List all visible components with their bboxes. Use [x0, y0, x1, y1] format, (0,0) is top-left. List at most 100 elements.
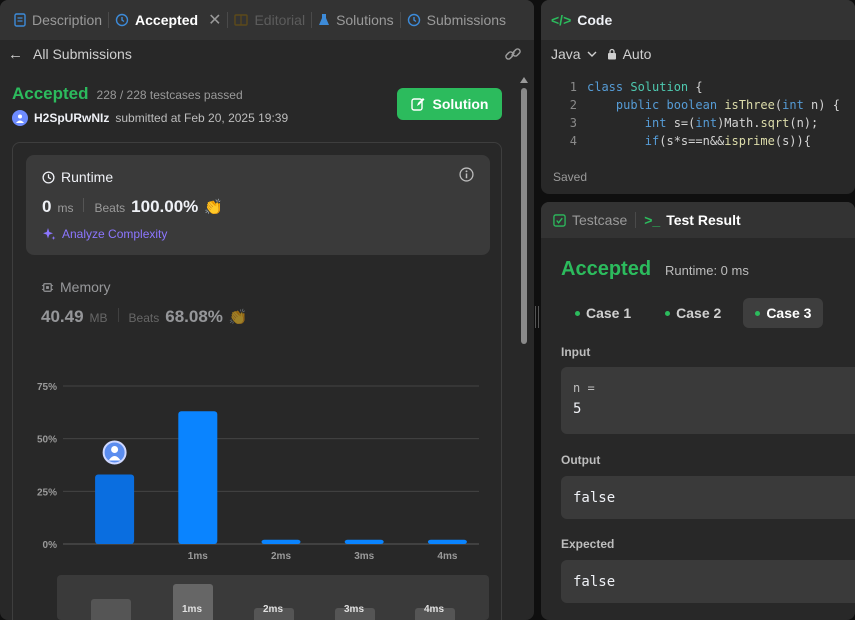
tab-submissions[interactable]: Submissions: [401, 0, 512, 40]
testcases-passed: 228 / 228 testcases passed: [96, 88, 243, 102]
tab-case-3[interactable]: Case 3: [743, 298, 824, 328]
runtime-section[interactable]: Runtime 0 ms Beats 100.00% 👏 Analyze Com…: [26, 155, 490, 255]
code-editor[interactable]: 1 class Solution { 2 public boolean isThr…: [541, 78, 855, 150]
case-label: Case 2: [676, 305, 722, 321]
info-icon[interactable]: [459, 167, 474, 182]
tab-description-label: Description: [32, 12, 103, 28]
divider: [117, 308, 119, 322]
flask-icon: [319, 14, 330, 25]
avatar[interactable]: [12, 110, 28, 126]
tab-test-result-label: Test Result: [666, 212, 741, 228]
edit-icon: [410, 98, 424, 111]
line-number: 3: [569, 116, 577, 130]
submission-panel: Description Accepted ✕ Editorial Solutio…: [0, 0, 534, 620]
user-position-avatar: [102, 440, 127, 465]
chart-bar[interactable]: [178, 411, 218, 544]
code-title: Code: [577, 12, 613, 28]
username[interactable]: H2SpURwNIz: [34, 111, 109, 125]
mini-distribution-chart[interactable]: 1ms 2ms 3ms 4ms: [57, 575, 489, 620]
pass-dot: [665, 310, 671, 316]
mini-bar: [91, 599, 131, 620]
code-header: </> Code: [541, 0, 855, 40]
output-label: Output: [561, 453, 601, 467]
result-tabs: Testcase >_ Test Result: [541, 202, 855, 238]
tab-editorial[interactable]: Editorial: [228, 0, 311, 40]
solution-button[interactable]: Solution: [397, 88, 502, 120]
runtime-title: Runtime: [61, 169, 114, 185]
result-runtime: Runtime: 0 ms: [665, 263, 749, 278]
runtime-beats-value: 100.00%: [131, 197, 199, 216]
tab-solutions[interactable]: Solutions: [312, 0, 400, 40]
expected-value: false: [573, 573, 616, 590]
runtime-distribution-chart: 75% 50% 25% 0% 1ms 2ms 3ms 4ms: [37, 382, 479, 562]
scrollbar[interactable]: [520, 76, 528, 620]
line-number: 2: [569, 98, 577, 112]
tab-test-result[interactable]: >_ Test Result: [644, 212, 740, 228]
tab-submissions-label: Submissions: [426, 12, 507, 28]
tab-description[interactable]: Description: [8, 0, 108, 40]
scrollbar-thumb[interactable]: [521, 88, 527, 344]
close-icon[interactable]: ✕: [208, 10, 221, 30]
code-text: public boolean isThree(int n) {: [615, 98, 840, 112]
output-value: false: [573, 489, 616, 506]
panel-tabs: Description Accepted ✕ Editorial Solutio…: [0, 0, 534, 40]
pass-dot: [575, 310, 580, 316]
clock-icon: [42, 170, 55, 184]
tab-case-2[interactable]: Case 2: [653, 298, 733, 328]
x-tick-label: 2ms: [271, 551, 291, 562]
code-text: if(s*s==n&&isprime(s)){: [644, 134, 811, 148]
tab-testcase[interactable]: Testcase: [553, 212, 627, 228]
arrow-left-icon[interactable]: ←: [8, 46, 23, 63]
tab-case-1[interactable]: Case 1: [563, 298, 643, 328]
runtime-value: 0: [42, 197, 52, 216]
memory-unit: MB: [89, 311, 108, 325]
x-tick-label: 1ms: [188, 551, 208, 562]
chart-bar[interactable]: [95, 474, 135, 544]
submission-subheader: ← All Submissions: [0, 40, 534, 68]
output-box[interactable]: false: [561, 476, 855, 519]
performance-card: Runtime 0 ms Beats 100.00% 👏 Analyze Com…: [12, 142, 502, 620]
y-tick-label: 50%: [37, 435, 57, 446]
auto-mode[interactable]: Auto: [607, 46, 651, 62]
document-icon: [14, 13, 26, 27]
code-toolbar: Java Auto: [541, 40, 855, 68]
analyze-complexity-button[interactable]: Analyze Complexity: [42, 227, 474, 241]
terminal-icon: >_: [644, 212, 661, 228]
tab-editorial-label: Editorial: [254, 12, 306, 28]
scroll-up-icon[interactable]: [520, 76, 528, 84]
checkbox-icon: [553, 213, 566, 227]
chevron-down-icon: [587, 51, 597, 57]
chart-bar[interactable]: [261, 539, 301, 544]
link-icon[interactable]: [504, 45, 522, 63]
pass-dot: [755, 310, 761, 316]
chart-bar[interactable]: [427, 539, 467, 544]
tab-accepted[interactable]: Accepted ✕: [109, 0, 227, 40]
case-label: Case 3: [766, 305, 812, 321]
y-tick-label: 25%: [37, 487, 57, 498]
x-tick-label: 4ms: [437, 551, 457, 562]
panel-resize-handle[interactable]: [535, 306, 539, 328]
all-submissions-link[interactable]: All Submissions: [33, 46, 132, 62]
expected-box[interactable]: false: [561, 560, 855, 603]
chip-icon: [41, 282, 54, 292]
code-text: class Solution {: [587, 80, 703, 94]
app-root: Description Accepted ✕ Editorial Solutio…: [0, 0, 855, 620]
history-icon: [407, 13, 420, 27]
solution-button-label: Solution: [432, 96, 489, 112]
tab-accepted-label: Accepted: [135, 12, 199, 28]
tab-divider: [635, 212, 637, 228]
code-text: int s=(int)Math.sqrt(n);: [644, 116, 819, 130]
code-line: 1 class Solution {: [541, 78, 855, 96]
input-box[interactable]: n = 5: [561, 367, 855, 434]
expected-label: Expected: [561, 537, 615, 551]
memory-section[interactable]: Memory 40.49 MB Beats 68.08% 👏: [41, 279, 248, 327]
user-icon: [16, 114, 24, 123]
chart-bar[interactable]: [344, 539, 384, 544]
history-icon: [115, 13, 129, 27]
language-select[interactable]: Java: [551, 46, 597, 62]
clap-icon: 👏: [204, 199, 223, 216]
y-tick-label: 75%: [37, 382, 57, 393]
memory-value: 40.49: [41, 307, 84, 326]
memory-beats-value: 68.08%: [165, 307, 223, 326]
line-number: 1: [569, 80, 577, 94]
